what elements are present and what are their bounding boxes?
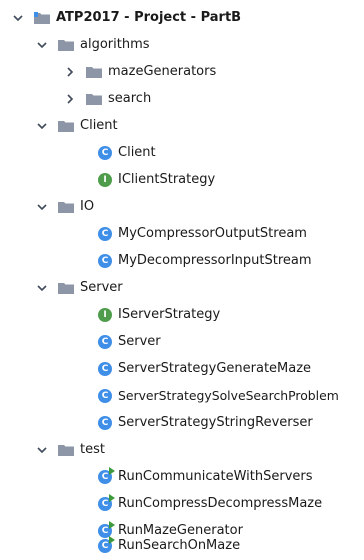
file-label: RunCompressDecompressMaze [118,496,323,511]
run-marker-icon [109,467,115,475]
class-icon: C [98,146,112,160]
tree-node-project[interactable]: ATP2017 - Project - PartB [12,5,241,31]
run-marker-icon [109,494,115,502]
run-marker-icon [109,536,115,544]
file-label: ServerStrategyStringReverser [118,415,313,430]
chevron-down-icon[interactable] [12,12,24,24]
chevron-right-icon[interactable] [64,93,76,105]
folder-icon [58,201,74,213]
class-icon: C [98,362,112,376]
file-label: IClientStrategy [118,172,216,187]
class-icon: C [98,389,112,403]
tree-node-mazegenerators[interactable]: mazeGenerators [64,59,216,85]
file-label: MyDecompressorInputStream [118,253,312,268]
tree-node-server-package[interactable]: Server [36,275,123,301]
tree-node-solvesearch[interactable]: C ServerStrategySolveSearchProblem [98,383,339,409]
tree-node-compressor[interactable]: C MyCompressorOutputStream [98,221,307,247]
tree-node-search[interactable]: search [64,86,151,112]
runnable-class-icon: C [98,536,115,553]
folder-label: test [80,442,105,457]
chevron-down-icon[interactable] [36,120,48,132]
tree-node-decompressor[interactable]: C MyDecompressorInputStream [98,248,312,274]
file-label: ServerStrategySolveSearchProblem [118,388,339,403]
class-letter: C [101,472,109,482]
tree-node-client-class[interactable]: C Client [98,140,156,166]
tree-node-io-package[interactable]: IO [36,194,94,220]
file-label: IServerStrategy [118,307,221,322]
project-tree: ATP2017 - Project - PartB algorithms maz… [0,0,364,560]
folder-label: Client [80,118,118,133]
folder-label: IO [80,199,95,214]
tree-node-test-package[interactable]: test [36,437,105,463]
folder-icon [58,444,74,456]
tree-node-stringreverser[interactable]: C ServerStrategyStringReverser [98,410,313,436]
file-label: Server [118,334,161,349]
chevron-down-icon[interactable] [36,39,48,51]
folder-icon [58,282,74,294]
chevron-down-icon[interactable] [36,444,48,456]
tree-node-server-class[interactable]: C Server [98,329,161,355]
folder-icon [58,39,74,51]
interface-icon: I [98,173,112,187]
folder-label: algorithms [80,37,150,52]
project-label: ATP2017 - Project - PartB [56,10,242,25]
tree-node-iclientstrategy[interactable]: I IClientStrategy [98,167,215,193]
file-label: ServerStrategyGenerateMaze [118,361,312,376]
class-icon: C [98,416,112,430]
class-icon: C [98,335,112,349]
file-label: MyCompressorOutputStream [118,226,307,241]
chevron-down-icon[interactable] [36,282,48,294]
chevron-right-icon[interactable] [64,66,76,78]
class-icon: C [98,254,112,268]
folder-icon [58,120,74,132]
class-icon: C [98,227,112,241]
runnable-class-icon: C [98,467,115,484]
class-letter: C [101,499,109,509]
file-label: Client [118,145,156,160]
folder-icon [86,66,102,78]
project-folder-icon [34,12,50,24]
folder-label: search [108,91,152,106]
folder-icon [86,93,102,105]
tree-node-iserverstrategy[interactable]: I IServerStrategy [98,302,220,328]
class-letter: C [101,541,109,551]
file-label: RunCommunicateWithServers [118,469,313,484]
folder-label: Server [80,280,123,295]
interface-icon: I [98,308,112,322]
tree-node-algorithms[interactable]: algorithms [36,32,150,58]
tree-node-searchonmaze[interactable]: C RunSearchOnMaze [98,533,240,559]
file-label: RunSearchOnMaze [118,538,241,553]
chevron-down-icon[interactable] [36,201,48,213]
runnable-class-icon: C [98,494,115,511]
tree-node-communicate[interactable]: C RunCommunicateWithServers [98,464,313,490]
tree-node-generatemaze[interactable]: C ServerStrategyGenerateMaze [98,356,311,382]
folder-label: mazeGenerators [108,64,217,79]
run-marker-icon [109,521,115,529]
tree-node-compressdecompress[interactable]: C RunCompressDecompressMaze [98,491,322,517]
tree-node-client-package[interactable]: Client [36,113,118,139]
